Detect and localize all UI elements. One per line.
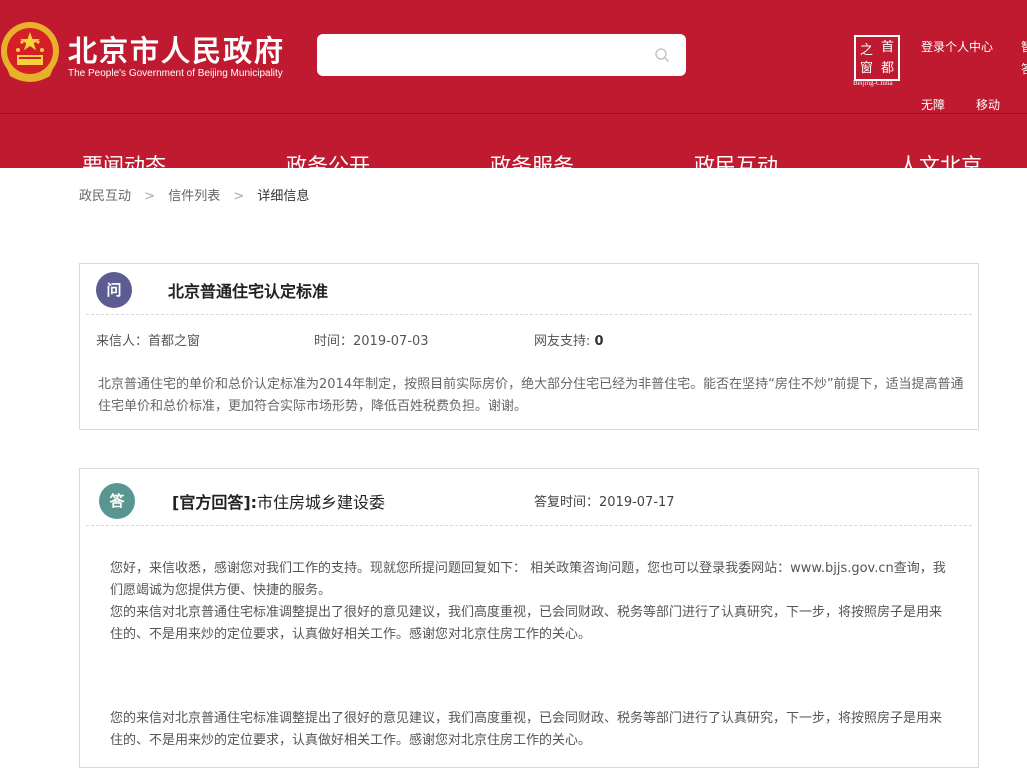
answer-label: [官方回答]: — [172, 493, 258, 512]
logo-char: 都 — [880, 61, 894, 76]
nav-gov-affairs[interactable]: 政务公开 — [286, 150, 370, 168]
question-body: 北京普通住宅的单价和总价认定标准为2014年制定，按照目前实际房价，绝大部分住宅… — [98, 377, 964, 414]
question-time: 时间：2019-07-03 — [314, 334, 429, 349]
breadcrumb-separator: > — [233, 189, 245, 204]
national-emblem-icon[interactable] — [0, 20, 60, 86]
search-box[interactable] — [317, 34, 686, 76]
mobile-link[interactable]: 移动 — [976, 96, 1000, 113]
support-count: 网友支持: 0 — [534, 330, 604, 349]
dashed-divider — [86, 525, 972, 526]
search-icon[interactable] — [654, 47, 670, 63]
search-input[interactable] — [327, 42, 647, 68]
dashed-divider — [86, 314, 972, 315]
answer-paragraph: 您好，来信收悉，感谢您对我们工作的支持。现就您所提问题回复如下： 相关政策咨询问… — [110, 561, 946, 598]
answer-paragraph: 您的来信对北京普通住宅标准调整提出了很好的意见建议，我们高度重视，已会同财政、税… — [110, 605, 943, 642]
question-card: 问 北京普通住宅认定标准 来信人：首都之窗 时间：2019-07-03 网友支持… — [79, 263, 979, 430]
question-title: 北京普通住宅认定标准 — [168, 282, 329, 301]
answer-card: 答 [官方回答]:市住房城乡建设委 答复时间：2019-07-17 您好，来信收… — [79, 468, 979, 768]
breadcrumb: 政民互动 > 信件列表 > 详细信息 — [79, 185, 309, 204]
breadcrumb-current: 详细信息 — [257, 189, 310, 204]
answer-title: [官方回答]:市住房城乡建设委 — [172, 489, 385, 513]
support-value: 0 — [594, 334, 604, 349]
capital-window-logo[interactable]: 首 之 都 窗 — [854, 35, 900, 81]
nav-culture[interactable]: 人文北京 — [898, 150, 982, 168]
answer-department: 市住房城乡建设委 — [257, 493, 386, 512]
edge-link-top[interactable]: 智 — [1021, 38, 1027, 55]
accessibility-link[interactable]: 无障 — [921, 96, 945, 113]
breadcrumb-interaction[interactable]: 政民互动 — [79, 185, 131, 204]
site-subtitle[interactable]: The People's Government of Beijing Munic… — [68, 68, 283, 79]
header-divider — [0, 113, 1027, 114]
nav-news[interactable]: 要闻动态 — [82, 150, 166, 168]
edge-link-bottom[interactable]: 答 — [1021, 60, 1027, 77]
answer-badge: 答 — [99, 483, 135, 519]
support-label: 网友支持: — [534, 334, 591, 349]
nav-gov-services[interactable]: 政务服务 — [490, 150, 574, 168]
logo-char: 窗 — [859, 61, 873, 76]
breadcrumb-separator: > — [144, 189, 156, 204]
login-link[interactable]: 登录个人中心 — [921, 38, 993, 55]
answer-time: 答复时间：2019-07-17 — [534, 495, 675, 510]
question-sender: 来信人：首都之窗 — [96, 334, 201, 349]
site-header: 北京市人民政府 The People's Government of Beiji… — [0, 0, 1027, 168]
capital-logo-caption: Beijing-China — [853, 79, 893, 87]
site-title[interactable]: 北京市人民政府 — [68, 28, 285, 70]
question-badge: 问 — [96, 272, 132, 308]
logo-char: 首 — [880, 40, 894, 55]
nav-interaction[interactable]: 政民互动 — [694, 150, 778, 168]
answer-paragraph: 您的来信对北京普通住宅标准调整提出了很好的意见建议，我们高度重视，已会同财政、税… — [110, 711, 943, 748]
breadcrumb-letter-list[interactable]: 信件列表 — [168, 185, 220, 204]
